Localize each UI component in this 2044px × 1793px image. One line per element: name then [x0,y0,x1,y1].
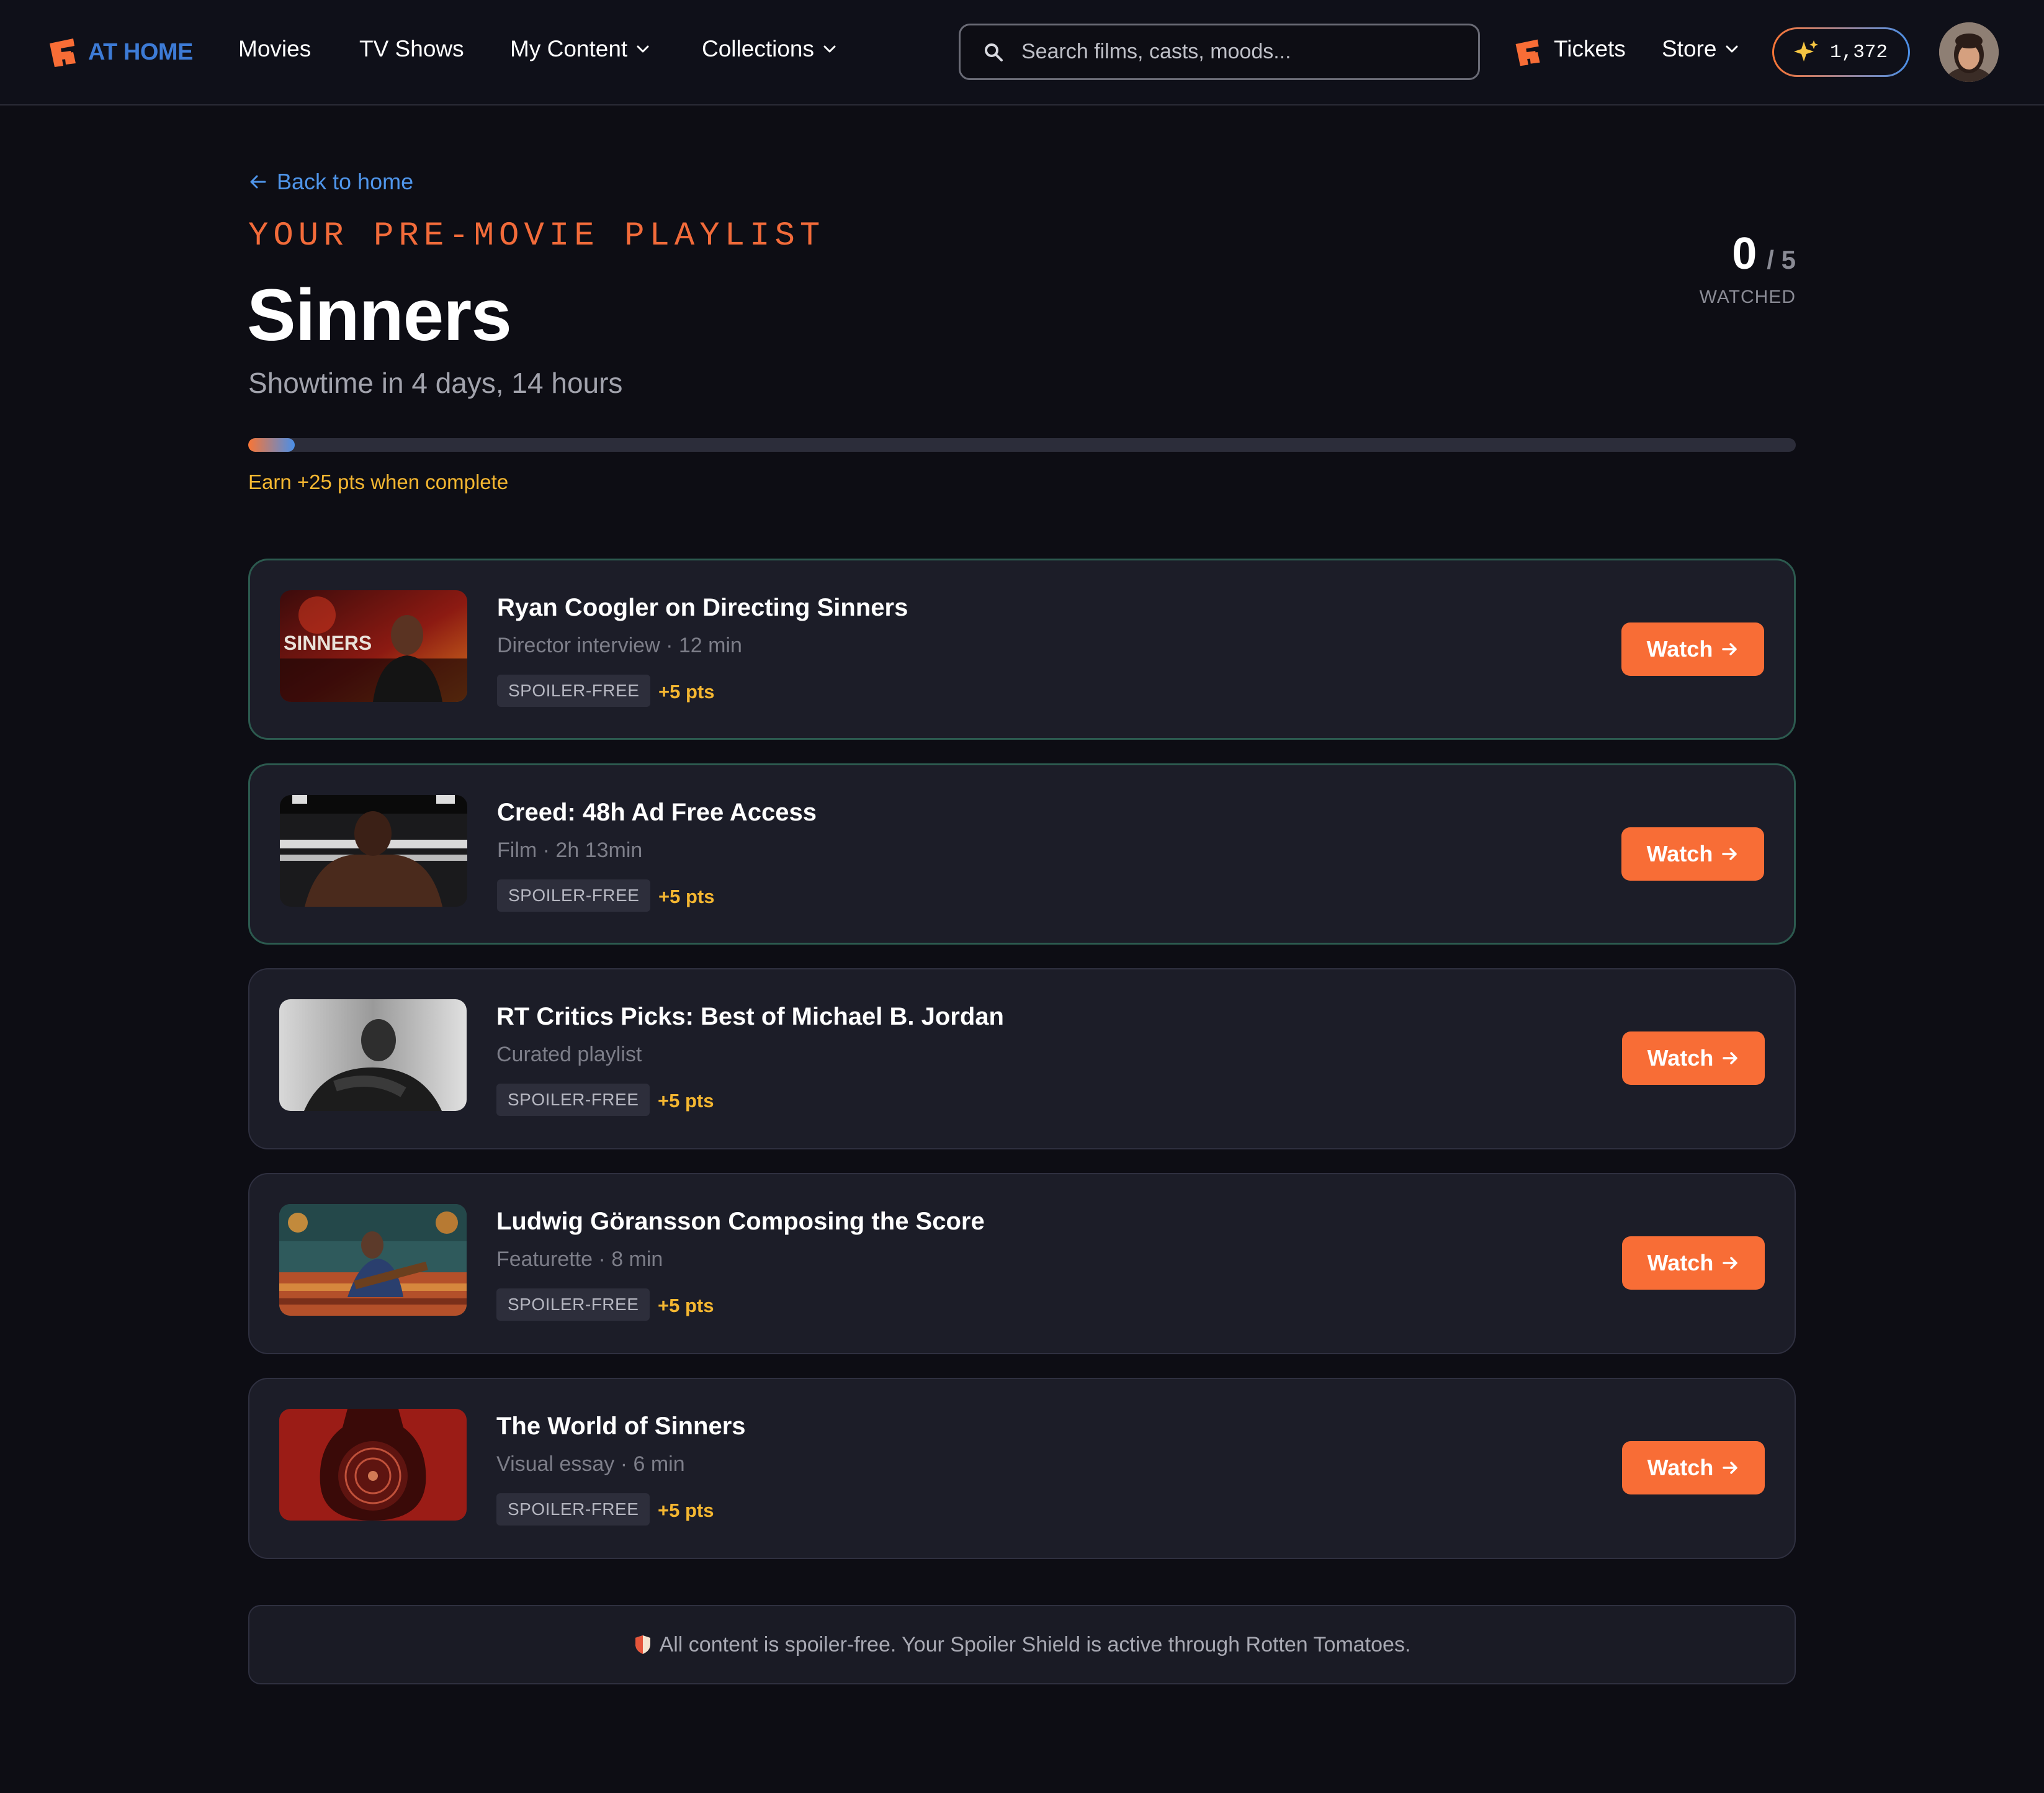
points-reward: +5 pts [658,1295,714,1316]
watch-button[interactable]: Watch [1622,1236,1765,1290]
watch-button[interactable]: Watch [1621,622,1764,676]
sparkles-icon [1794,40,1818,61]
page-title: Sinners [247,274,512,356]
nav-collections-label: Collections [702,36,814,61]
nav-tv-shows-label: TV Shows [359,36,464,61]
thumb-sinners-text: SINNERS [284,632,372,654]
nav-movies-label: Movies [238,36,312,61]
brand-logo[interactable]: AT HOME [46,34,193,71]
card-title: Ryan Coogler on Directing Sinners [497,594,908,621]
avatar[interactable] [1939,22,1999,82]
watch-button[interactable]: Watch [1622,1441,1765,1494]
arrow-right-icon [1722,643,1737,655]
points-reward: +5 pts [658,681,715,703]
arrow-right-icon [1723,1052,1738,1064]
guitarist-thumb [279,1204,467,1316]
playlist-card[interactable]: The World of Sinners Visual essay · 6 mi… [248,1378,1796,1559]
nav-my-content-label: My Content [510,36,628,61]
watch-button-label: Watch [1646,636,1713,662]
portrait-bw-thumb [279,999,467,1111]
sinners-interview-thumb: SINNERS [280,590,467,702]
playlist-progress-bar [248,438,1796,452]
chevron-down-icon [823,45,836,53]
watch-button[interactable]: Watch [1621,827,1764,881]
spoiler-shield-note: All content is spoiler-free. Your Spoile… [248,1605,1796,1684]
search-input[interactable] [1021,40,1456,64]
card-title: Creed: 48h Ad Free Access [497,799,817,826]
top-navigation: AT HOME Movies TV Shows My Content Colle… [0,0,2044,106]
card-title: The World of Sinners [496,1413,746,1440]
watch-button-label: Watch [1646,841,1713,866]
card-title: RT Critics Picks: Best of Michael B. Jor… [496,1003,1004,1030]
card-meta: Film · 2h 13min [497,838,643,862]
card-title: Ludwig Göransson Composing the Score [496,1208,985,1235]
showtime-countdown: Showtime in 4 days, 14 hours [248,367,623,399]
points-balance: 1,372 [1830,41,1888,63]
back-to-home-link[interactable]: Back to home [248,169,413,195]
nav-my-content[interactable]: My Content [510,36,651,62]
spoiler-free-badge: SPOILER-FREE [497,675,651,707]
back-to-home-label: Back to home [277,169,414,194]
nav-tickets-label: Tickets [1554,36,1626,61]
watched-label: WATCHED [1699,287,1796,307]
user-avatar-icon [1939,22,1999,82]
playlist-card[interactable]: Ludwig Göransson Composing the Score Fea… [248,1173,1796,1354]
points-balance-pill[interactable]: 1,372 [1772,27,1910,77]
shield-icon [635,1635,650,1654]
search-icon [985,43,1003,61]
earn-points-note: Earn +25 pts when complete [248,470,509,493]
points-reward: +5 pts [658,1499,714,1521]
watched-counter: 0 / 5 [1732,228,1796,279]
watch-button[interactable]: Watch [1622,1031,1765,1085]
spoiler-free-badge: SPOILER-FREE [496,1288,650,1321]
nav-tv-shows[interactable]: TV Shows [359,36,464,62]
spoiler-free-badge: SPOILER-FREE [496,1493,650,1526]
watch-button-label: Watch [1647,1045,1714,1071]
nav-store-label: Store [1662,36,1717,61]
card-meta: Visual essay · 6 min [496,1452,685,1476]
playlist-eyebrow: YOUR PRE-MOVIE PLAYLIST [248,217,825,255]
chevron-down-icon [637,45,649,53]
arrow-right-icon [1722,848,1737,860]
spoiler-shield-text: All content is spoiler-free. Your Spoile… [659,1632,1411,1656]
nav-collections[interactable]: Collections [702,36,838,62]
boxer-thumb [280,795,467,907]
chevron-down-icon [1726,45,1738,53]
points-reward: +5 pts [658,1090,714,1112]
playlist-progress-fill [248,438,295,452]
card-meta: Featurette · 8 min [496,1247,663,1271]
playlist-card[interactable]: RT Critics Picks: Best of Michael B. Jor… [248,968,1796,1149]
resonator-guitar-thumb [279,1409,467,1521]
points-reward: +5 pts [658,886,715,907]
arrow-right-icon [1723,1257,1738,1269]
fandango-logo-icon [50,38,76,67]
arrow-right-icon [1723,1462,1738,1474]
watch-button-label: Watch [1647,1455,1714,1480]
nav-tickets[interactable]: Tickets [1554,36,1626,62]
watched-total: / 5 [1767,245,1796,274]
arrow-left-icon [250,175,266,189]
nav-movies[interactable]: Movies [238,36,311,62]
tickets-icon[interactable] [1512,36,1544,68]
nav-store[interactable]: Store [1662,36,1740,62]
playlist-card[interactable]: SINNERS Ryan Coogler on Directing Sinner… [248,559,1796,740]
card-meta: Curated playlist [496,1043,642,1066]
playlist-card[interactable]: Creed: 48h Ad Free Access Film · 2h 13mi… [248,763,1796,945]
search-box[interactable] [959,24,1480,80]
spoiler-free-badge: SPOILER-FREE [496,1084,650,1116]
card-meta: Director interview · 12 min [497,634,742,657]
brand-name: AT HOME [88,38,193,65]
watch-button-label: Watch [1647,1250,1714,1275]
watched-count: 0 [1732,229,1757,279]
spoiler-free-badge: SPOILER-FREE [497,879,651,912]
